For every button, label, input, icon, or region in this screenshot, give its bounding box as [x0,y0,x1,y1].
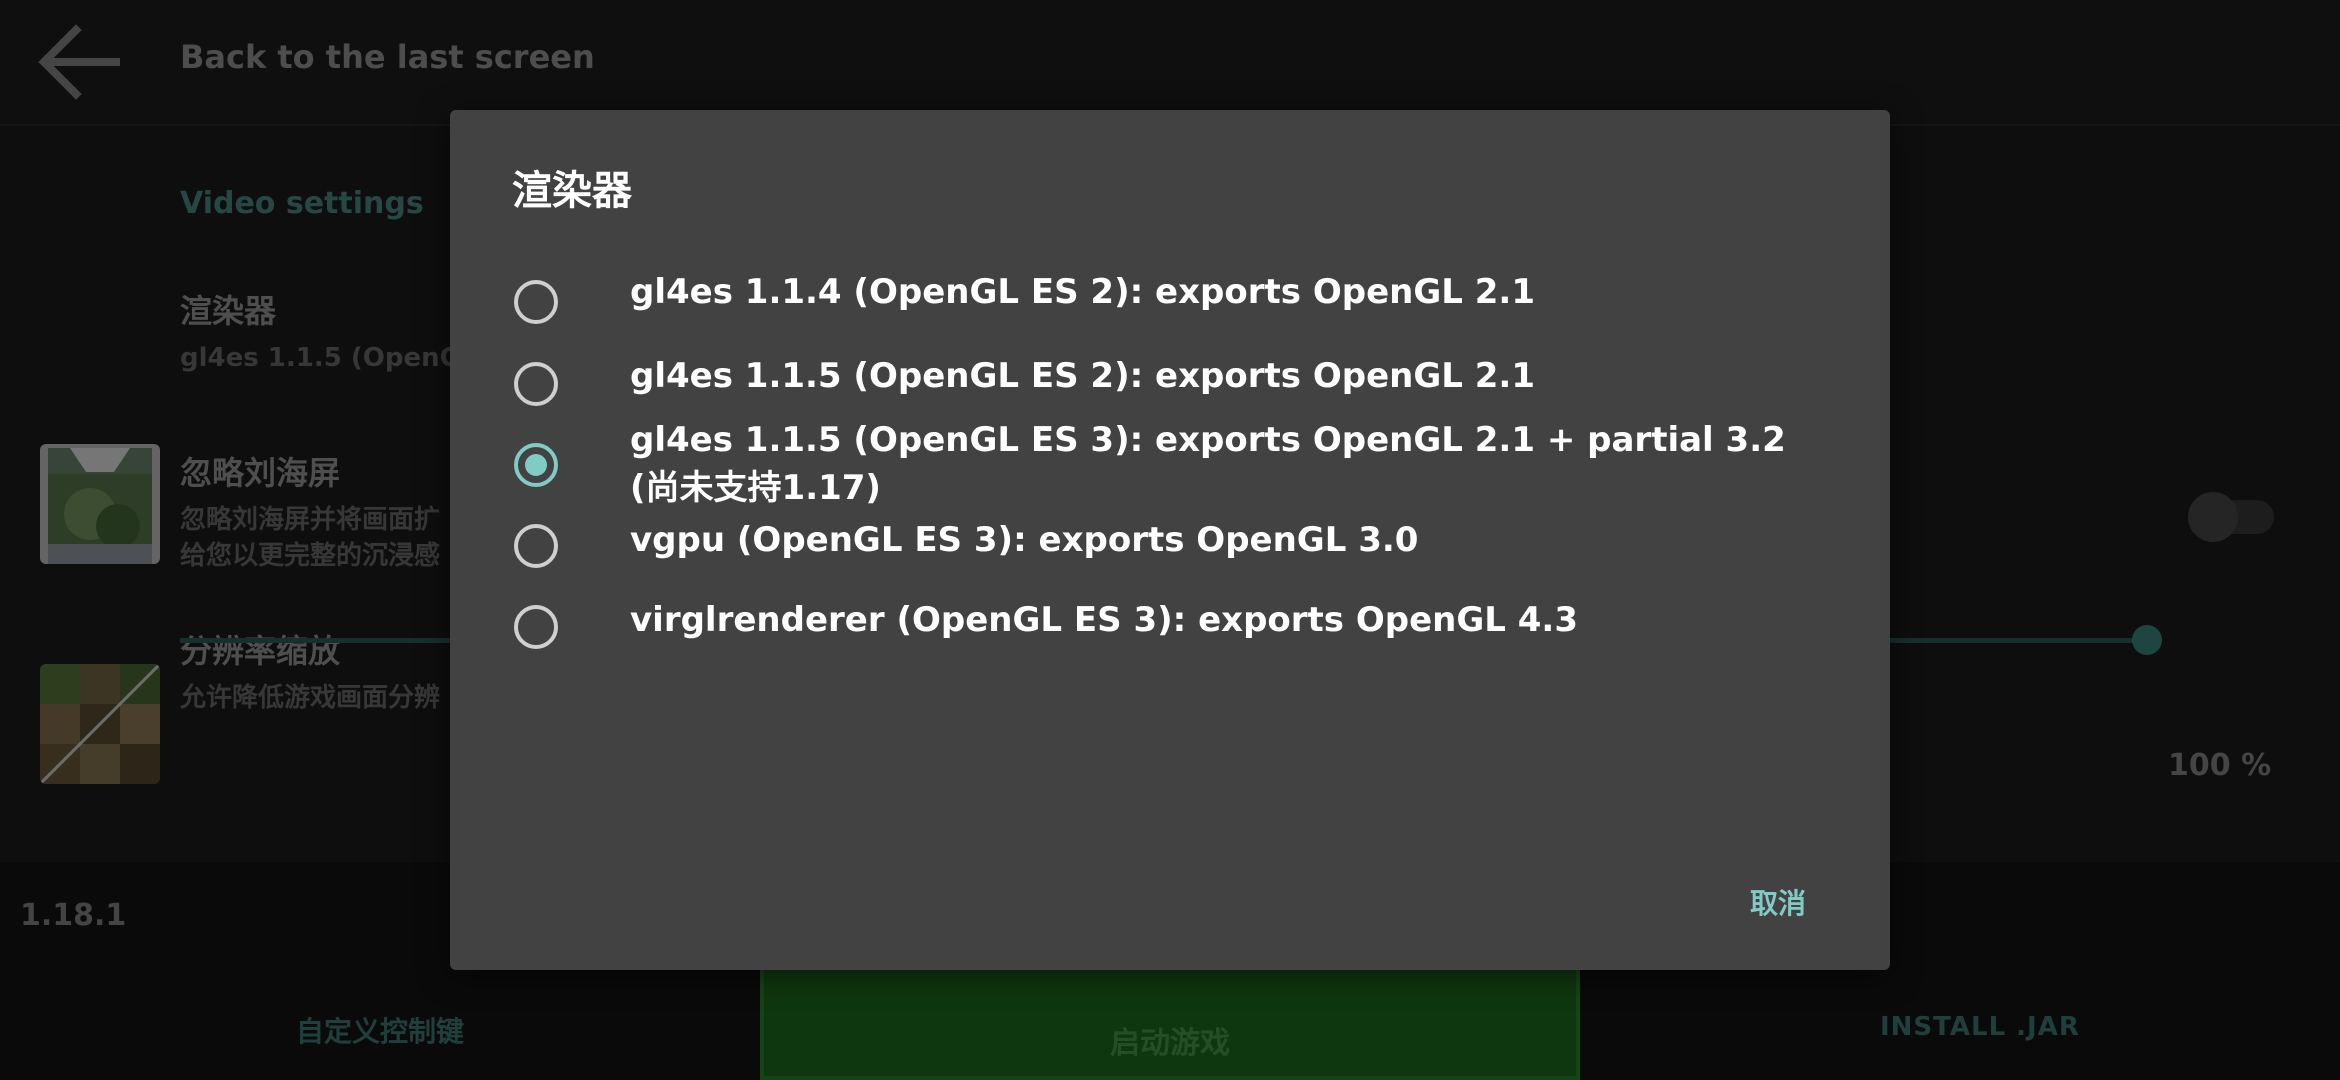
radio-button[interactable] [514,362,558,406]
radio-button[interactable] [514,605,558,649]
renderer-option-label[interactable]: virglrenderer (OpenGL ES 3): exports Ope… [630,596,1830,644]
renderer-option-label[interactable]: vgpu (OpenGL ES 3): exports OpenGL 3.0 [630,516,1830,564]
renderer-option-label[interactable]: gl4es 1.1.5 (OpenGL ES 3): exports OpenG… [630,416,1830,512]
radio-button[interactable] [514,524,558,568]
radio-button[interactable] [514,280,558,324]
renderer-dialog: 渲染器 gl4es 1.1.4 (OpenGL ES 2): exports O… [450,110,1890,970]
dialog-title: 渲染器 [512,168,632,214]
radio-button-checked[interactable] [514,443,558,487]
renderer-option-label[interactable]: gl4es 1.1.5 (OpenGL ES 2): exports OpenG… [630,352,1830,400]
cancel-button[interactable]: 取消 [1750,882,1806,922]
renderer-option-label[interactable]: gl4es 1.1.4 (OpenGL ES 2): exports OpenG… [630,268,1830,316]
